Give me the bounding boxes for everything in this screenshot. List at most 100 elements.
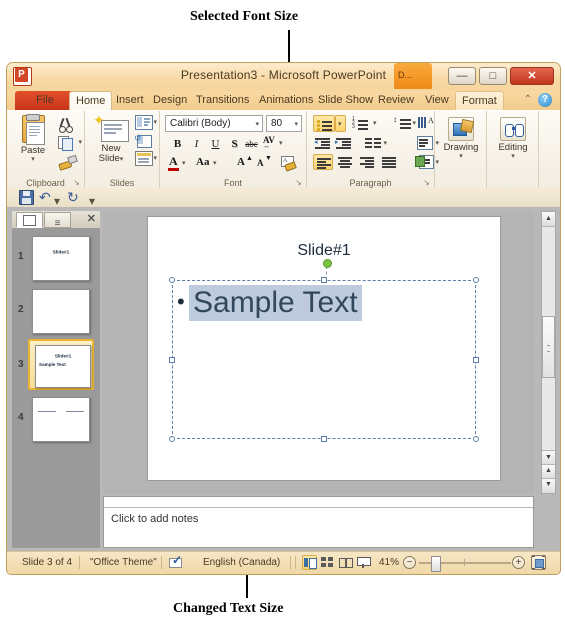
change-case-caret-icon[interactable]: ▾ (213, 159, 217, 167)
help-icon[interactable]: ? (538, 93, 552, 107)
font-color-button[interactable]: A ▾ (167, 154, 191, 173)
copy-button[interactable]: ▾ (57, 135, 82, 151)
drawing-button[interactable]: Drawing ▾ (438, 117, 484, 160)
language-indicator[interactable]: English (Canada) (203, 557, 280, 568)
zoom-out-button[interactable]: − (403, 556, 416, 569)
view-normal-button[interactable] (302, 555, 317, 570)
resize-handle-top-center[interactable] (321, 277, 327, 283)
shrink-font-button[interactable]: A ▼ (256, 155, 272, 173)
character-spacing-caret-icon[interactable]: ▾ (279, 139, 283, 147)
undo-button[interactable]: ↶ (39, 190, 51, 204)
view-reading-button[interactable] (338, 555, 353, 570)
reset-button[interactable]: ↺ (134, 133, 153, 148)
close-pane-icon[interactable]: ✕ (87, 213, 96, 226)
character-spacing-button[interactable]: AV ↔ ▾ (263, 135, 289, 152)
center-button[interactable] (335, 154, 355, 170)
thumbnail-item-4[interactable]: 4 (12, 394, 100, 446)
close-button[interactable]: ✕ (510, 67, 554, 85)
clipboard-dialog-launcher[interactable]: ↘ (72, 178, 81, 187)
spellcheck-icon[interactable]: ✓ (169, 554, 183, 572)
tab-transitions[interactable]: Transitions (190, 91, 255, 110)
paste-caret-icon[interactable]: ▾ (13, 156, 53, 163)
tab-slide-show[interactable]: Slide Show (312, 91, 379, 110)
layout-button[interactable]: ▾ (135, 115, 157, 130)
redo-button[interactable]: ↻ (67, 190, 79, 204)
bullets-button[interactable] (313, 115, 335, 132)
thumbnail-item-2[interactable]: 2 (12, 286, 100, 338)
resize-handle-middle-left[interactable] (169, 356, 175, 363)
tab-view[interactable]: View (419, 91, 455, 110)
tab-home[interactable]: Home (69, 91, 113, 111)
tab-animations[interactable]: Animations (253, 91, 319, 110)
increase-indent-button[interactable]: ▸ (334, 135, 354, 151)
font-name-combobox[interactable]: Calibri (Body) ▾ (165, 115, 263, 132)
view-slide-sorter-button[interactable] (320, 555, 335, 570)
maximize-button[interactable]: □ (479, 67, 507, 85)
thumbnail-item-1[interactable]: 1 Slide#1 (12, 233, 100, 285)
align-right-button[interactable] (357, 154, 377, 170)
section-button[interactable]: ▾ (135, 151, 157, 166)
vertical-scrollbar[interactable]: ▲ ▼ ▲ ▼ (541, 211, 556, 494)
resize-handle-middle-right[interactable] (473, 356, 479, 363)
resize-handle-bottom-right[interactable] (473, 436, 479, 442)
content-placeholder-textbox[interactable]: • Sample Text (169, 277, 479, 442)
slide-canvas[interactable]: Slide#1 • Sample Text (147, 216, 501, 481)
italic-button[interactable]: I (188, 136, 205, 152)
font-size-combobox[interactable]: 80 ▾ (266, 115, 302, 132)
underline-button[interactable]: U (207, 136, 224, 152)
columns-button[interactable]: ▾ (363, 135, 387, 151)
rotation-handle[interactable] (323, 259, 332, 268)
section-caret-icon[interactable]: ▾ (153, 154, 157, 162)
theme-name[interactable]: "Office Theme" (90, 557, 157, 568)
slide-title-placeholder[interactable]: Slide#1 (148, 242, 500, 260)
paste-button[interactable]: Paste ▾ (13, 114, 53, 163)
minimize-button[interactable]: — (448, 67, 476, 85)
convert-to-smartart-button[interactable]: ▾ (415, 154, 439, 170)
justify-button[interactable] (379, 154, 399, 170)
tab-format[interactable]: Format (455, 91, 504, 111)
numbering-button[interactable]: 1 2 3 (350, 115, 371, 132)
scroll-down-button[interactable]: ▼ (542, 450, 555, 465)
bullets-dropdown[interactable]: ▾ (335, 115, 346, 132)
tab-slides-thumbnails[interactable] (16, 212, 43, 228)
columns-caret-icon[interactable]: ▾ (383, 139, 387, 147)
fit-to-window-button[interactable] (531, 555, 546, 570)
tab-file[interactable]: File (15, 91, 75, 110)
paragraph-dialog-launcher[interactable]: ↘ (422, 178, 431, 187)
resize-handle-top-right[interactable] (473, 277, 479, 283)
strikethrough-button[interactable]: abc (243, 136, 260, 152)
change-case-button[interactable]: Aa ▾ (196, 156, 222, 173)
notes-placeholder[interactable]: Click to add notes (111, 513, 198, 525)
clear-formatting-button[interactable]: A (279, 155, 297, 172)
cut-button[interactable] (57, 116, 75, 133)
text-shadow-button[interactable]: S (226, 136, 243, 152)
zoom-level[interactable]: 41% (379, 557, 399, 568)
resize-handle-bottom-left[interactable] (169, 436, 175, 442)
layout-caret-icon[interactable]: ▾ (153, 118, 157, 126)
copy-caret-icon[interactable]: ▾ (78, 138, 82, 146)
font-size-dropdown-icon[interactable]: ▾ (294, 120, 298, 128)
font-name-dropdown-icon[interactable]: ▾ (255, 120, 259, 128)
thumbnail-item-3[interactable]: 3 Slide#1 Sample Text (12, 339, 100, 393)
bold-button[interactable]: B (169, 136, 186, 152)
new-slide-button[interactable]: ✦ New Slide▾ (89, 113, 133, 164)
view-slide-show-button[interactable] (356, 555, 371, 570)
minimize-ribbon-icon[interactable]: ⌃ (524, 94, 532, 105)
grow-font-button[interactable]: A ▲ (236, 155, 253, 173)
next-slide-button[interactable]: ▼ (542, 478, 555, 493)
line-spacing-button[interactable]: ↕ ▾ (391, 115, 416, 132)
tab-insert[interactable]: Insert (110, 91, 150, 110)
tab-review[interactable]: Review (372, 91, 420, 110)
scroll-up-button[interactable]: ▲ (542, 212, 555, 227)
resize-handle-bottom-center[interactable] (321, 436, 327, 442)
editing-button[interactable]: Editing ▾ (490, 117, 536, 160)
decrease-indent-button[interactable]: ◂ (313, 135, 333, 151)
save-button[interactable] (19, 190, 34, 206)
editing-caret-icon[interactable]: ▾ (490, 153, 536, 160)
tab-design[interactable]: Design (147, 91, 193, 110)
align-left-button[interactable] (313, 154, 333, 170)
drawing-caret-icon[interactable]: ▾ (438, 153, 484, 160)
font-dialog-launcher[interactable]: ↘ (294, 178, 303, 187)
align-text-button[interactable]: ▾ (415, 135, 439, 151)
notes-pane[interactable]: Click to add notes (103, 496, 534, 548)
